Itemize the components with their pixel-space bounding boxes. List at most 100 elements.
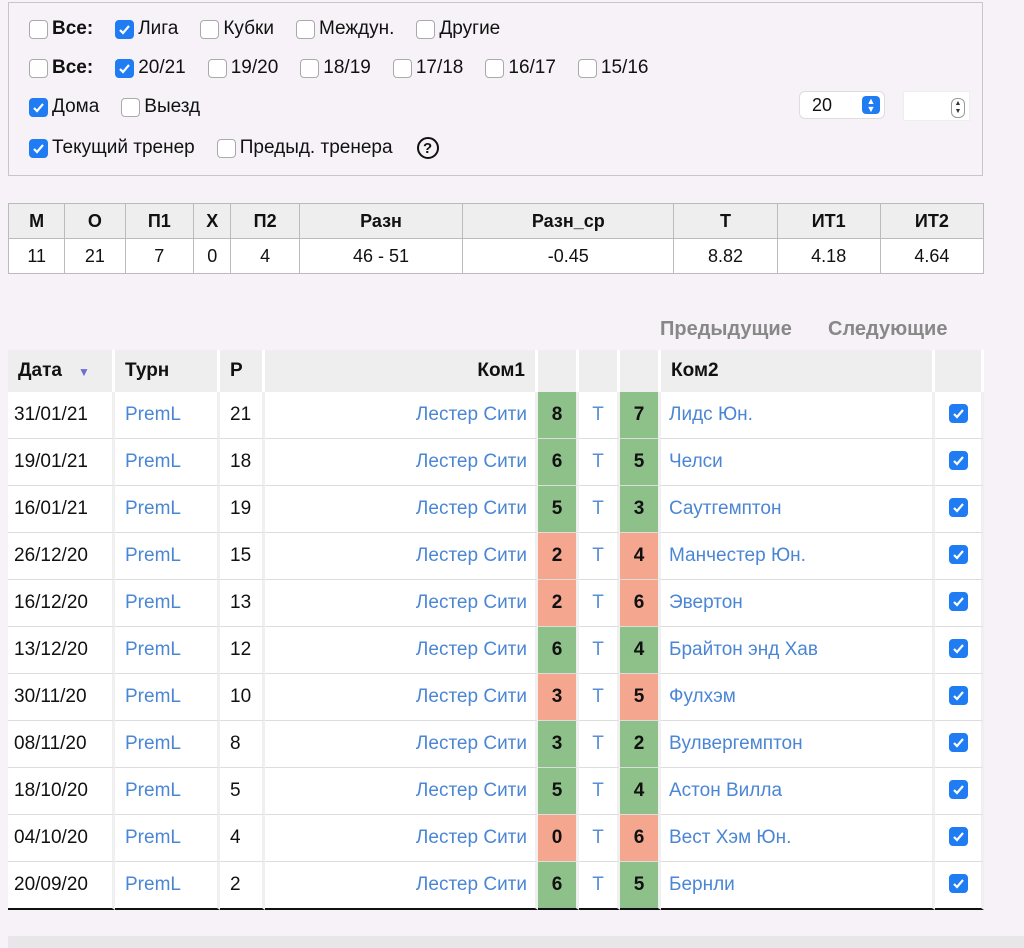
checkbox[interactable] [485, 58, 505, 78]
t-link[interactable]: Т [579, 392, 620, 439]
team2-link[interactable]: Манчестер Юн. [661, 533, 935, 580]
team1-link[interactable]: Лестер Сити [265, 721, 538, 768]
tournament-link[interactable]: PremL [115, 580, 220, 627]
t-link[interactable]: Т [579, 533, 620, 580]
team2-link[interactable]: Бернли [661, 862, 935, 910]
help-icon[interactable]: ? [416, 137, 439, 159]
filter-option[interactable]: Предыд. тренера [216, 137, 393, 159]
row-select[interactable] [935, 768, 984, 815]
t-link[interactable]: Т [579, 439, 620, 486]
team2-link[interactable]: Фулхэм [661, 674, 935, 721]
team1-link[interactable]: Лестер Сити [265, 815, 538, 862]
team2-link[interactable]: Лидс Юн. [661, 392, 935, 439]
filter-option[interactable]: Текущий тренер [29, 137, 195, 159]
filter-option[interactable]: Кубки [200, 18, 274, 40]
tournament-link[interactable]: PremL [115, 486, 220, 533]
filter-option[interactable]: Выезд [121, 96, 200, 118]
team1-link[interactable]: Лестер Сити [265, 862, 538, 910]
checkbox-checked[interactable] [948, 592, 968, 611]
checkbox-checked[interactable] [29, 97, 48, 117]
team1-link[interactable]: Лестер Сити [265, 439, 538, 486]
col-team2[interactable]: Ком2 [661, 350, 935, 392]
tournament-link[interactable]: PremL [115, 674, 220, 721]
filter-option[interactable]: 15/16 [577, 57, 648, 79]
row-select[interactable] [935, 580, 984, 627]
team1-link[interactable]: Лестер Сити [265, 533, 538, 580]
tournament-link[interactable]: PremL [115, 721, 220, 768]
filter-option[interactable]: Междун. [295, 18, 394, 40]
number-input[interactable]: ▲ ▼ [903, 91, 970, 121]
count-select[interactable]: 20 ▲ ▼ [799, 91, 885, 119]
row-select[interactable] [935, 862, 984, 910]
tournament-link[interactable]: PremL [115, 815, 220, 862]
team1-link[interactable]: Лестер Сити [265, 768, 538, 815]
row-select[interactable] [935, 486, 984, 533]
bottom-scrollbar[interactable] [8, 936, 1024, 948]
checkbox-checked[interactable] [29, 138, 48, 158]
checkbox[interactable] [300, 58, 320, 78]
t-link[interactable]: Т [579, 580, 620, 627]
checkbox-checked[interactable] [948, 686, 968, 705]
tournament-link[interactable]: PremL [115, 768, 220, 815]
team2-link[interactable]: Вулвергемптон [661, 721, 935, 768]
row-select[interactable] [935, 392, 984, 439]
checkbox[interactable] [577, 58, 597, 78]
checkbox[interactable] [216, 138, 236, 158]
row-select[interactable] [935, 674, 984, 721]
row-select[interactable] [935, 439, 984, 486]
checkbox-checked[interactable] [948, 780, 968, 799]
team1-link[interactable]: Лестер Сити [265, 627, 538, 674]
filter-option[interactable]: Дома [29, 96, 99, 118]
col-date[interactable]: Дата ▼ [8, 350, 115, 392]
sort-desc-icon[interactable]: ▼ [78, 365, 90, 379]
team2-link[interactable]: Астон Вилла [661, 768, 935, 815]
row-select[interactable] [935, 721, 984, 768]
team2-link[interactable]: Эвертон [661, 580, 935, 627]
stepper-icon[interactable]: ▲ ▼ [951, 98, 965, 118]
team2-link[interactable]: Саутгемптон [661, 486, 935, 533]
t-link[interactable]: Т [579, 674, 620, 721]
filter-option[interactable]: Лига [115, 18, 178, 40]
filter-option[interactable]: Другие [416, 18, 500, 40]
team1-link[interactable]: Лестер Сити [265, 580, 538, 627]
col-r[interactable]: Р [220, 350, 265, 392]
checkbox[interactable] [29, 58, 48, 78]
checkbox-checked[interactable] [948, 827, 968, 846]
team2-link[interactable]: Челси [661, 439, 935, 486]
checkbox-checked[interactable] [948, 545, 968, 564]
checkbox[interactable] [207, 58, 227, 78]
team1-link[interactable]: Лестер Сити [265, 486, 538, 533]
team1-link[interactable]: Лестер Сити [265, 392, 538, 439]
filter-option[interactable]: 19/20 [207, 57, 278, 79]
filter-option[interactable]: 20/21 [115, 57, 186, 79]
tournament-link[interactable]: PremL [115, 627, 220, 674]
checkbox-checked[interactable] [948, 451, 968, 470]
tournament-link[interactable]: PremL [115, 862, 220, 910]
checkbox[interactable] [416, 19, 436, 39]
row-select[interactable] [935, 627, 984, 674]
col-turn[interactable]: Турн [115, 350, 220, 392]
checkbox-checked[interactable] [948, 498, 968, 517]
checkbox[interactable] [392, 58, 412, 78]
tournament-link[interactable]: PremL [115, 439, 220, 486]
checkbox-checked[interactable] [948, 733, 968, 752]
next-link[interactable]: Следующие [828, 318, 947, 341]
t-link[interactable]: Т [579, 768, 620, 815]
checkbox-checked[interactable] [115, 19, 135, 39]
t-link[interactable]: Т [579, 486, 620, 533]
filter-option[interactable]: 17/18 [392, 57, 463, 79]
checkbox[interactable] [121, 97, 141, 117]
t-link[interactable]: Т [579, 627, 620, 674]
tournament-link[interactable]: PremL [115, 392, 220, 439]
checkbox-checked[interactable] [948, 639, 968, 658]
checkbox-checked[interactable] [948, 874, 968, 893]
row-select[interactable] [935, 815, 984, 862]
checkbox-checked[interactable] [948, 404, 968, 423]
checkbox[interactable] [295, 19, 315, 39]
t-link[interactable]: Т [579, 815, 620, 862]
team2-link[interactable]: Брайтон энд Хав [661, 627, 935, 674]
checkbox-checked[interactable] [115, 58, 135, 78]
t-link[interactable]: Т [579, 721, 620, 768]
all-tournaments-toggle[interactable]: Все: [29, 18, 93, 40]
prev-link[interactable]: Предыдущие [660, 318, 792, 341]
